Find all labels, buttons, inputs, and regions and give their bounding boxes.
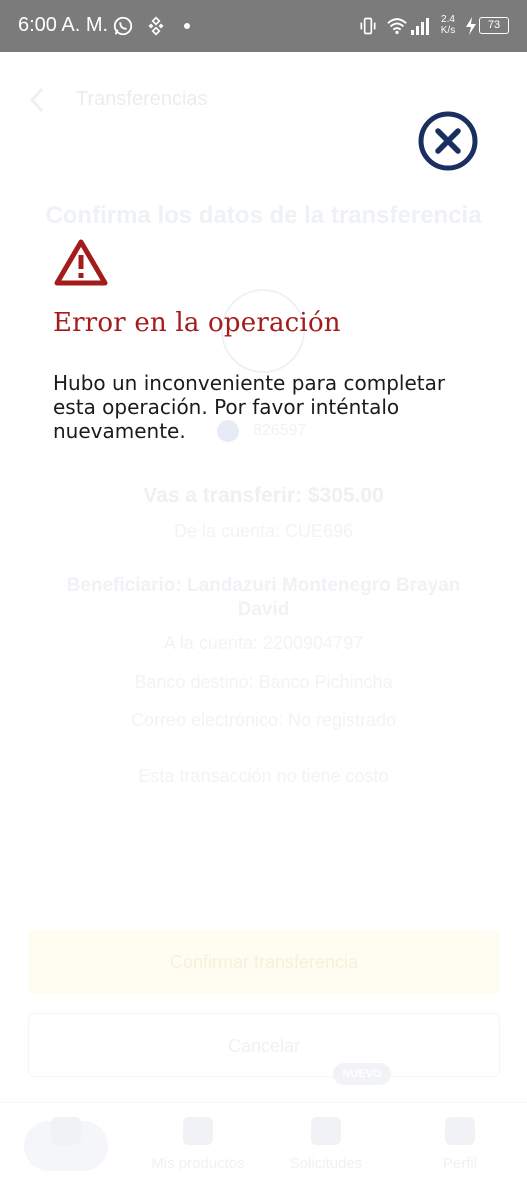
vibrate-icon — [360, 17, 376, 35]
wallet-icon — [183, 1117, 213, 1145]
net-speed-unit: K/s — [440, 25, 456, 36]
back-arrow-icon[interactable] — [26, 86, 48, 114]
warning-triangle-icon — [54, 239, 108, 286]
close-circle-icon[interactable] — [418, 111, 478, 171]
nav-title: Transferencias — [76, 88, 208, 110]
to-account: A la cuenta: 2200904797 — [163, 633, 364, 653]
wifi-icon — [387, 18, 407, 35]
confirm-transfer-button[interactable]: Confirmar transferencia — [28, 930, 500, 994]
requests-icon — [311, 1117, 341, 1145]
tab-perfil[interactable]: Perfil — [400, 1117, 520, 1172]
net-speed-value: 2.4 — [441, 14, 455, 25]
battery-icon: 73 — [479, 17, 509, 34]
screen: 6:00 A. M. 2.4 K/s 73 Transferencias Con… — [0, 0, 527, 1200]
tab-label: Perfil — [442, 1155, 478, 1172]
beneficiary: Beneficiario: Landazuri Montenegro Braya… — [66, 575, 461, 620]
bottom-tab-bar: Inicio Mis productos Solicitudes Perfil — [0, 1102, 527, 1200]
cost-note: Esta transacción no tiene costo — [138, 766, 389, 786]
home-icon — [51, 1117, 81, 1145]
net-speed: 2.4 K/s — [438, 14, 458, 36]
email-line: Correo electrónico: No registrado — [130, 710, 397, 730]
error-message: Hubo un inconveniente para completar est… — [53, 371, 446, 443]
confirm-title: Confirma los datos de la transferencia — [45, 202, 482, 229]
charging-icon — [466, 17, 476, 35]
tab-solicitudes[interactable]: Solicitudes — [266, 1117, 386, 1172]
whatsapp-icon — [113, 16, 133, 36]
status-time: 6:00 A. M. — [18, 14, 109, 36]
from-account: De la cuenta: CUE696 — [173, 521, 354, 541]
cancel-button[interactable]: Cancelar — [28, 1013, 500, 1077]
new-badge: NUEVO — [333, 1063, 391, 1085]
signal-icon — [411, 18, 429, 35]
tab-inicio[interactable]: Inicio — [6, 1117, 126, 1172]
tab-label: Solicitudes — [289, 1155, 363, 1172]
tab-label: Mis productos — [151, 1155, 245, 1172]
destination-bank: Banco destino: Banco Pichincha — [134, 672, 393, 692]
binance-icon — [148, 16, 164, 36]
dot-icon — [184, 23, 190, 29]
profile-icon — [445, 1117, 475, 1145]
tab-mis-productos[interactable]: Mis productos — [138, 1117, 258, 1172]
background-app: Transferencias Confirma los datos de la … — [0, 52, 527, 1200]
status-bar: 6:00 A. M. 2.4 K/s 73 — [0, 0, 527, 52]
amount-line: Vas a transferir: $305.00 — [143, 484, 384, 507]
error-title: Error en la operación — [53, 308, 341, 338]
